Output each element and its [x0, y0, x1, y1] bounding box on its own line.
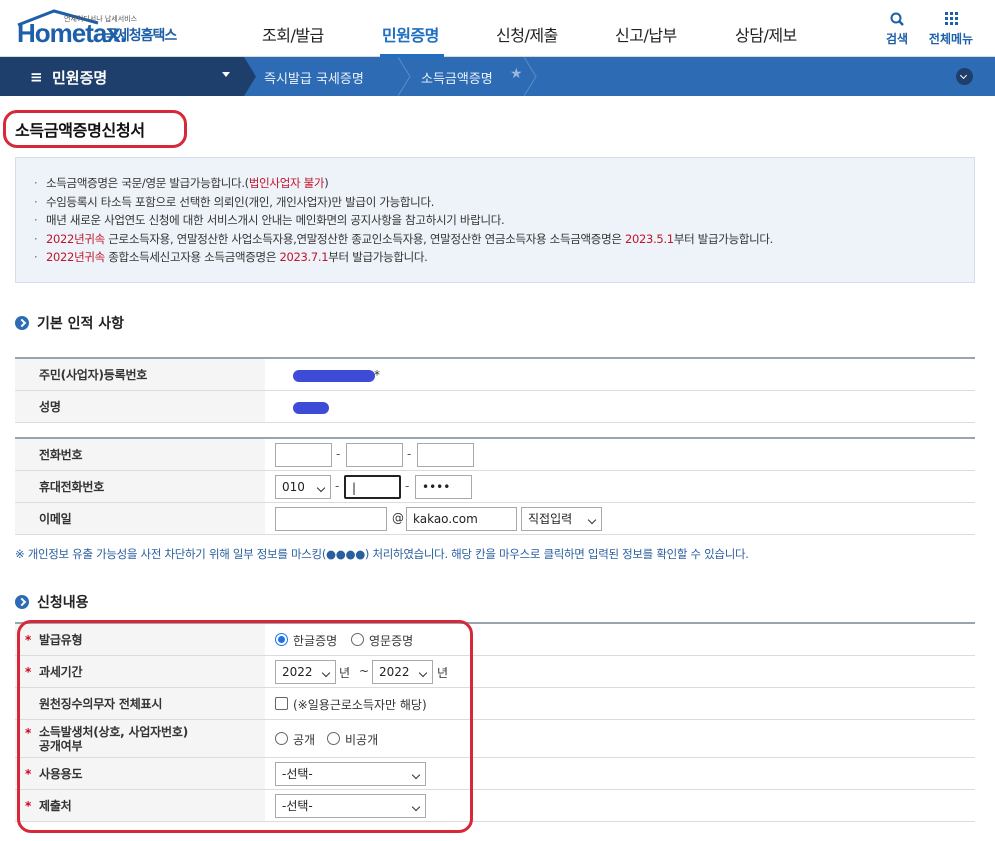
info-item: 매년 새로운 사업연도 신청에 대한 서비스개시 안내는 메인화면의 공지사항을…: [34, 211, 974, 230]
table-row: 주민(사업자)등록번호 *: [15, 359, 975, 391]
logo-korean: 국세청홈택스: [105, 28, 177, 44]
category-label: 민원증명: [52, 69, 108, 87]
section-heading-basic: 기본 인적 사항: [15, 313, 124, 333]
dash-separator: -: [405, 479, 410, 493]
email-domain-select[interactable]: 직접입력: [521, 507, 602, 531]
top-header: 언제어디서나 납세서비스 Hometax. 국세청홈택스 조회/발급 민원증명 …: [0, 0, 995, 57]
phone-part2-input[interactable]: [346, 443, 403, 467]
rrn-suffix: *: [374, 368, 380, 382]
name-label: 성명: [15, 391, 265, 422]
search-button[interactable]: 검색: [884, 10, 910, 47]
name-masked-value: [293, 402, 329, 414]
annotation-ring-apply: [17, 620, 473, 833]
breadcrumb-item-income[interactable]: 소득금액증명: [421, 68, 493, 87]
all-menu-button[interactable]: 전체메뉴: [928, 10, 974, 47]
phone-part3-input[interactable]: [417, 443, 474, 467]
email-label: 이메일: [15, 503, 265, 534]
mobile-middle-input[interactable]: |: [344, 475, 401, 499]
breadcrumb-item-instant[interactable]: 즉시발급 국세증명: [264, 68, 364, 87]
breadcrumb-separator-icon: [398, 57, 411, 96]
table-row: 이메일 @ kakao.com 직접입력: [15, 503, 975, 535]
phone-part1-input[interactable]: [275, 443, 332, 467]
email-at-sign: @: [392, 511, 404, 525]
gnb-item-certificates[interactable]: 민원증명: [382, 22, 439, 46]
masking-notice: ※ 개인정보 유출 가능성을 사전 차단하기 위해 일부 정보를 마스킹(●●●…: [15, 547, 749, 561]
dash-separator: -: [336, 447, 341, 461]
info-item: 2022년귀속 근로소득자용, 연말정산한 사업소득자용,연말정산한 종교인소득…: [34, 230, 974, 249]
arrow-circle-icon: [15, 316, 29, 330]
phone-label: 전화번호: [15, 439, 265, 470]
sub-navbar: ≡ 민원증명 즉시발급 국세증명 소득금액증명 ★: [0, 57, 995, 96]
rrn-masked-value: [293, 370, 375, 382]
grid-menu-icon: [945, 12, 958, 25]
all-menu-label: 전체메뉴: [928, 32, 974, 46]
arrow-circle-icon: [15, 595, 29, 609]
info-item: 소득금액증명은 국문/영문 발급가능합니다.(법인사업자 불가): [34, 174, 974, 193]
info-item: 2022년귀속 종합소득세신고자용 소득금액증명은 2023.7.1부터 발급가…: [34, 248, 974, 267]
gnb-item-lookup[interactable]: 조회/발급: [262, 22, 324, 46]
email-id-input[interactable]: [275, 507, 387, 531]
breadcrumb-separator-icon: [244, 57, 256, 96]
basic-info-table: 주민(사업자)등록번호 * 성명: [15, 357, 975, 423]
mobile-prefix-select[interactable]: 010: [275, 475, 331, 499]
info-item: 수임등록시 타소득 포함으로 선택한 의뢰인(개인, 개인사업자)만 발급이 가…: [34, 193, 974, 212]
favorite-star-icon[interactable]: ★: [510, 66, 523, 82]
annotation-ring-title: [3, 110, 187, 148]
gnb-item-consult[interactable]: 상담/제보: [735, 22, 797, 46]
hometax-logo[interactable]: 언제어디서나 납세서비스 Hometax. 국세청홈택스: [14, 8, 204, 48]
table-row: 전화번호 - -: [15, 439, 975, 471]
search-icon: [890, 12, 904, 26]
category-dropdown[interactable]: ≡ 민원증명: [0, 57, 244, 96]
dash-separator: -: [335, 479, 340, 493]
rrn-label: 주민(사업자)등록번호: [15, 359, 265, 390]
table-row: 휴대전화번호 010 - | - ••••: [15, 471, 975, 503]
mobile-last-input[interactable]: ••••: [415, 475, 472, 499]
expand-chevron-icon[interactable]: [956, 68, 973, 85]
breadcrumb-separator-icon: [524, 57, 537, 96]
email-domain-input[interactable]: kakao.com: [406, 507, 517, 531]
hamburger-icon: ≡: [30, 68, 43, 86]
gnb-item-file-pay[interactable]: 신고/납부: [615, 22, 677, 46]
table-row: 성명: [15, 391, 975, 423]
dash-separator: -: [407, 447, 412, 461]
gnb-item-apply[interactable]: 신청/제출: [496, 22, 558, 46]
caret-down-icon: [222, 72, 230, 77]
search-label: 검색: [885, 32, 909, 46]
mobile-label: 휴대전화번호: [15, 471, 265, 502]
info-box: 소득금액증명은 국문/영문 발급가능합니다.(법인사업자 불가) 수임등록시 타…: [15, 157, 975, 283]
section-heading-apply: 신청내용: [15, 592, 89, 612]
contact-table: 전화번호 - - 휴대전화번호 010 - | - •••• 이메일 @ kak…: [15, 437, 975, 535]
